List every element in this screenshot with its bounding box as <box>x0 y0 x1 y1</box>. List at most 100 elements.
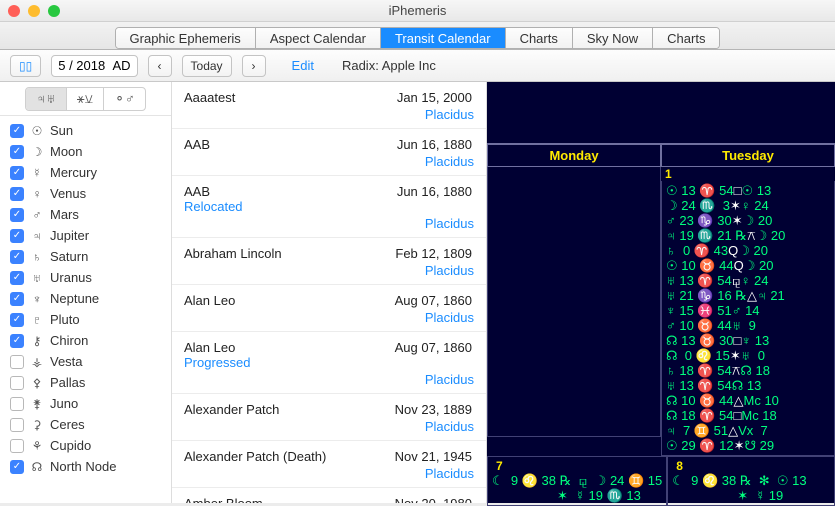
body-row-ceres[interactable]: ⚳Ceres <box>0 414 171 435</box>
checkbox-icon[interactable]: ✓ <box>10 229 24 243</box>
planet-glyph-icon: ☽ <box>30 145 44 159</box>
checkbox-icon[interactable] <box>10 439 24 453</box>
body-row-chiron[interactable]: ✓⚷Chiron <box>0 330 171 351</box>
tuesday-transits: ☉ 13 ♈ 54 □ ☉ 13☽ 24 ♏ 3 ✶ ♀ 24♂ 23 ♑ 30… <box>661 181 835 456</box>
body-row-vesta[interactable]: ⚶Vesta <box>0 351 171 372</box>
tab-transit-calendar[interactable]: Transit Calendar <box>381 28 506 48</box>
planet-glyph-icon: ♃ <box>30 229 44 243</box>
checkbox-icon[interactable]: ✓ <box>10 208 24 222</box>
monday-transits <box>487 167 661 437</box>
today-button[interactable]: Today <box>182 55 232 77</box>
left-panel: ♃♅⚹⚺⚬♂ ✓☉Sun✓☽Moon✓☿Mercury✓♀Venus✓♂Mars… <box>0 82 172 503</box>
chart-list[interactable]: AaaatestJan 15, 2000PlacidusAABJun 16, 1… <box>172 82 487 503</box>
body-name: Sun <box>50 123 73 138</box>
checkbox-icon[interactable]: ✓ <box>10 250 24 264</box>
chart-system: Placidus <box>184 466 474 481</box>
seg-tab-0[interactable]: ♃♅ <box>26 88 67 110</box>
checkbox-icon[interactable]: ✓ <box>10 166 24 180</box>
transit-line: ☊ 0 ♌ 15 ✶ ♅ 0 <box>666 348 830 363</box>
body-row-uranus[interactable]: ✓♅Uranus <box>0 267 171 288</box>
transit-line: ♅ 21 ♑ 16 ℞ △ ♃ 21 <box>666 288 830 303</box>
body-row-venus[interactable]: ✓♀Venus <box>0 183 171 204</box>
chart-system: Placidus <box>184 263 474 278</box>
chart-row[interactable]: Alexander Patch (Death)Nov 21, 1945Placi… <box>172 441 486 488</box>
body-name: Chiron <box>50 333 88 348</box>
checkbox-icon[interactable]: ✓ <box>10 145 24 159</box>
tab-charts[interactable]: Charts <box>506 28 573 48</box>
tab-charts[interactable]: Charts <box>653 28 719 48</box>
chart-date: Feb 12, 1809 <box>395 246 472 261</box>
transit-line: ♂ 23 ♑ 30 ✶ ☽ 20 <box>666 213 830 228</box>
prev-button[interactable]: ‹ <box>148 55 172 77</box>
tab-sky-now[interactable]: Sky Now <box>573 28 653 48</box>
transit-line: ♅ 13 ♈ 54 ☊ 13 <box>666 378 830 393</box>
body-row-mars[interactable]: ✓♂Mars <box>0 204 171 225</box>
chart-row[interactable]: Alan LeoAug 07, 1860Placidus <box>172 285 486 332</box>
checkbox-icon[interactable] <box>10 355 24 369</box>
tab-aspect-calendar[interactable]: Aspect Calendar <box>256 28 381 48</box>
body-row-pallas[interactable]: ⚴Pallas <box>0 372 171 393</box>
checkbox-icon[interactable]: ✓ <box>10 271 24 285</box>
body-row-moon[interactable]: ✓☽Moon <box>0 141 171 162</box>
body-row-north-node[interactable]: ✓☊North Node <box>0 456 171 477</box>
era-value: AD <box>112 58 130 73</box>
transit-line: ♃ 7 ♊ 51 △ Vx 7 <box>666 423 830 438</box>
transit-line: ♃ 19 ♏ 21 ℞ ⚻ ☽ 20 <box>666 228 830 243</box>
checkbox-icon[interactable] <box>10 376 24 390</box>
chart-row[interactable]: Amber BloomNov 20, 1980Placidus <box>172 488 486 503</box>
chart-row[interactable]: AABJun 16, 1880RelocatedPlacidus <box>172 176 486 238</box>
body-name: Neptune <box>50 291 99 306</box>
checkbox-icon[interactable]: ✓ <box>10 460 24 474</box>
checkbox-icon[interactable] <box>10 397 24 411</box>
body-row-saturn[interactable]: ✓♄Saturn <box>0 246 171 267</box>
transit-line: ♅ 13 ♈ 54 ⚼ ♀ 24 <box>666 273 830 288</box>
next-button[interactable]: › <box>242 55 266 77</box>
seg-tab-1[interactable]: ⚹⚺ <box>67 88 104 110</box>
chart-row[interactable]: AaaatestJan 15, 2000Placidus <box>172 82 486 129</box>
transit-line: ☊ 18 ♈ 54 □ Mc 18 <box>666 408 830 423</box>
body-name: Ceres <box>50 417 85 432</box>
transit-line: ♆ 15 ♓ 51 ♂ 14 <box>666 303 830 318</box>
planet-glyph-icon: ♇ <box>30 313 44 327</box>
body-row-mercury[interactable]: ✓☿Mercury <box>0 162 171 183</box>
chart-row[interactable]: Alexander PatchNov 23, 1889Placidus <box>172 394 486 441</box>
body-row-pluto[interactable]: ✓♇Pluto <box>0 309 171 330</box>
body-name: Mars <box>50 207 79 222</box>
chart-system: Placidus <box>184 372 474 387</box>
minimize-icon[interactable] <box>28 5 40 17</box>
body-name: Juno <box>50 396 78 411</box>
planet-glyph-icon: ☊ <box>30 460 44 474</box>
day-column-monday: Monday <box>487 143 661 456</box>
checkbox-icon[interactable] <box>10 418 24 432</box>
chart-date: Aug 07, 1860 <box>395 340 472 355</box>
transit-line: ☉ 10 ♉ 44 Q ☽ 20 <box>666 258 830 273</box>
checkbox-icon[interactable]: ✓ <box>10 292 24 306</box>
edit-link[interactable]: Edit <box>292 58 314 73</box>
body-name: Pallas <box>50 375 85 390</box>
chart-row[interactable]: Abraham LincolnFeb 12, 1809Placidus <box>172 238 486 285</box>
close-icon[interactable] <box>8 5 20 17</box>
chart-date: Aug 07, 1860 <box>395 293 472 308</box>
body-row-neptune[interactable]: ✓♆Neptune <box>0 288 171 309</box>
year-value: 2018 <box>76 58 105 73</box>
main-tabs: Graphic EphemerisAspect CalendarTransit … <box>0 22 835 50</box>
chart-row[interactable]: AABJun 16, 1880Placidus <box>172 129 486 176</box>
checkbox-icon[interactable]: ✓ <box>10 124 24 138</box>
seg-tab-2[interactable]: ⚬♂ <box>104 88 145 110</box>
day-cell-7: 7 ☾ 9 ♌ 38 ℞ ⚼ ☽ 24 ♊ 15 ✶ ☿ 19 ♏ 13 <box>487 456 667 506</box>
zoom-icon[interactable] <box>48 5 60 17</box>
body-row-juno[interactable]: ⚵Juno <box>0 393 171 414</box>
checkbox-icon[interactable]: ✓ <box>10 334 24 348</box>
day-number: 1 <box>661 167 835 181</box>
checkbox-icon[interactable]: ✓ <box>10 187 24 201</box>
chart-row[interactable]: Alan LeoAug 07, 1860ProgressedPlacidus <box>172 332 486 394</box>
date-field[interactable]: 5 / 2018 AD <box>51 55 137 77</box>
tab-graphic-ephemeris[interactable]: Graphic Ephemeris <box>116 28 256 48</box>
sidebar-toggle-button[interactable]: ▯▯ <box>10 55 41 77</box>
day-header: Monday <box>487 143 661 167</box>
body-row-jupiter[interactable]: ✓♃Jupiter <box>0 225 171 246</box>
checkbox-icon[interactable]: ✓ <box>10 313 24 327</box>
body-row-cupido[interactable]: ⚘Cupido <box>0 435 171 456</box>
chart-subtitle: Progressed <box>184 355 474 370</box>
body-row-sun[interactable]: ✓☉Sun <box>0 120 171 141</box>
